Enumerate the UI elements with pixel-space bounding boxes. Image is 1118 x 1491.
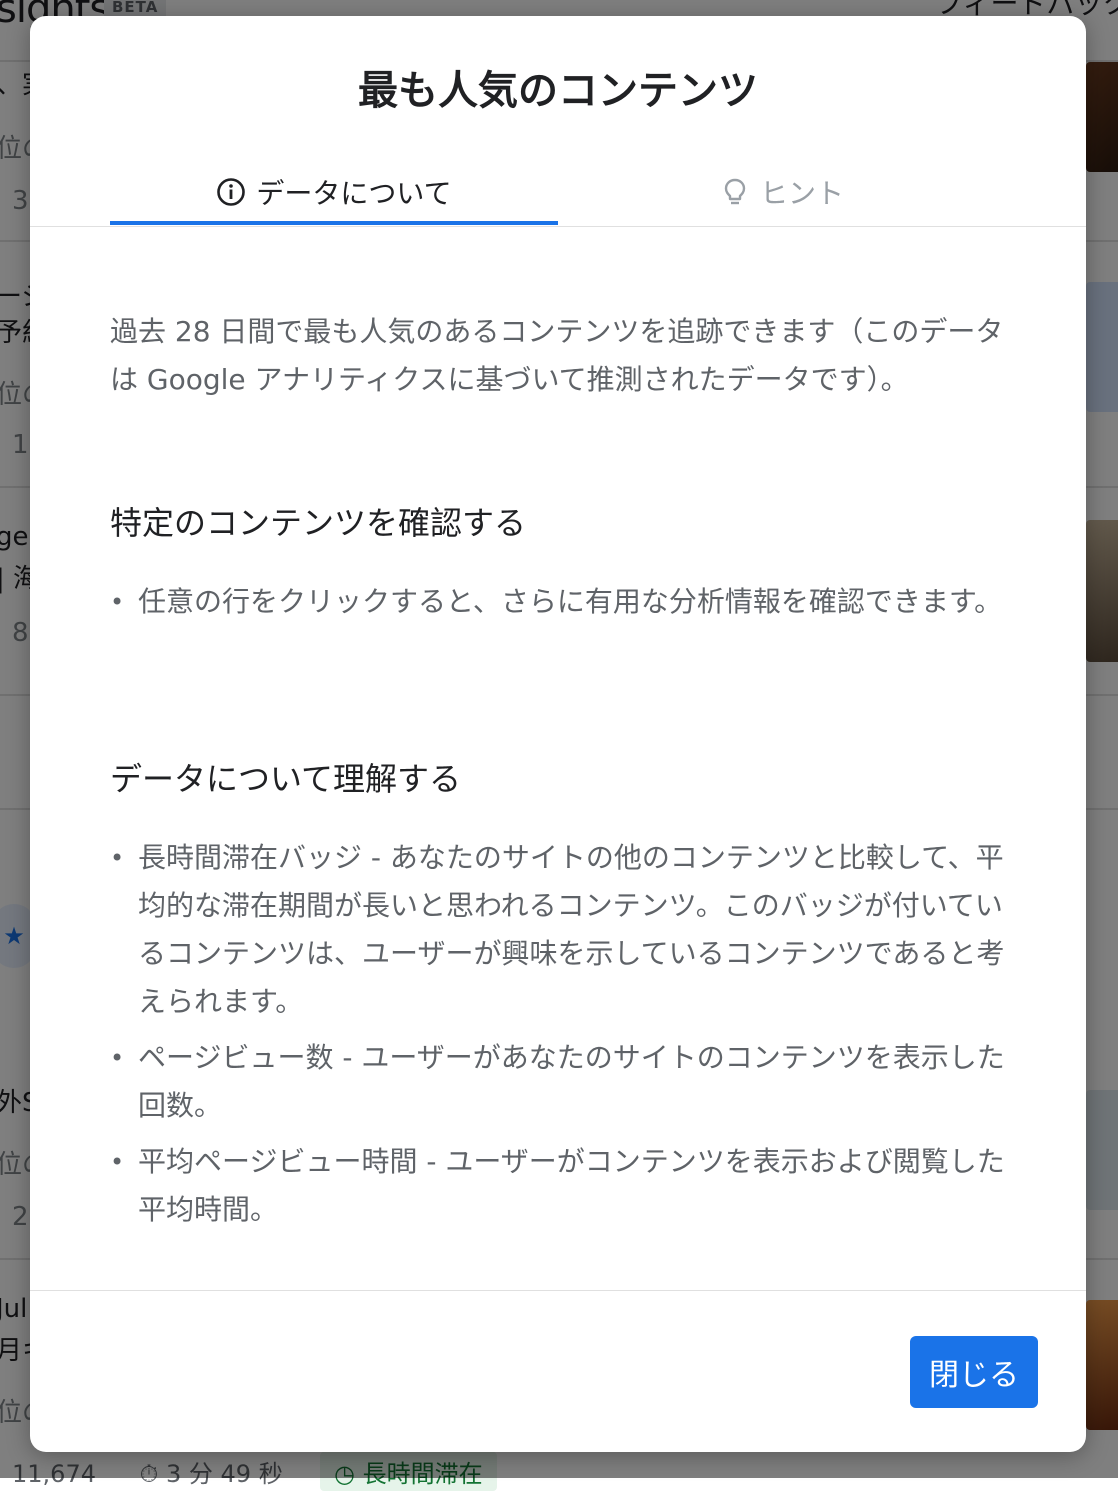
tabs-divider: [30, 226, 1086, 227]
tab-label: ヒント: [759, 177, 844, 210]
info-icon: [216, 177, 246, 207]
active-tab-indicator: [110, 221, 558, 225]
list-item: ページビュー数 - ユーザーがあなたのサイトのコンテンツを表示した回数。: [110, 1034, 1010, 1130]
intro-text: 過去 28 日間で最も人気のあるコンテンツを追跡できます（このデータは Goog…: [110, 315, 1004, 396]
section-list-understand-data: 長時間滞在バッジ - あなたのサイトの他のコンテンツと比較して、平均的な滞在期間…: [110, 834, 1010, 1242]
tab-about-data[interactable]: データについて: [110, 158, 558, 226]
list-item: 平均ページビュー時間 - ユーザーがコンテンツを表示および閲覧した平均時間。: [110, 1138, 1010, 1234]
tab-hints[interactable]: ヒント: [558, 158, 1006, 226]
section-heading-specific-content: 特定のコンテンツを確認する: [110, 504, 527, 542]
section-list-specific-content: 任意の行をクリックすると、さらに有用な分析情報を確認できます。: [110, 578, 1010, 634]
tab-label: データについて: [256, 177, 452, 210]
lightbulb-icon: [720, 177, 750, 207]
dialog-title: 最も人気のコンテンツ: [358, 68, 758, 114]
list-item: 任意の行をクリックすると、さらに有用な分析情報を確認できます。: [110, 578, 1010, 626]
footer-divider: [30, 1290, 1086, 1291]
info-dialog: 最も人気のコンテンツ データについて ヒント 過去 28 日間で最も人気のあるコ…: [30, 16, 1086, 1452]
list-item: 長時間滞在バッジ - あなたのサイトの他のコンテンツと比較して、平均的な滞在期間…: [110, 834, 1010, 1026]
close-button[interactable]: 閉じる: [910, 1336, 1038, 1408]
section-heading-understand-data: データについて理解する: [110, 760, 462, 798]
